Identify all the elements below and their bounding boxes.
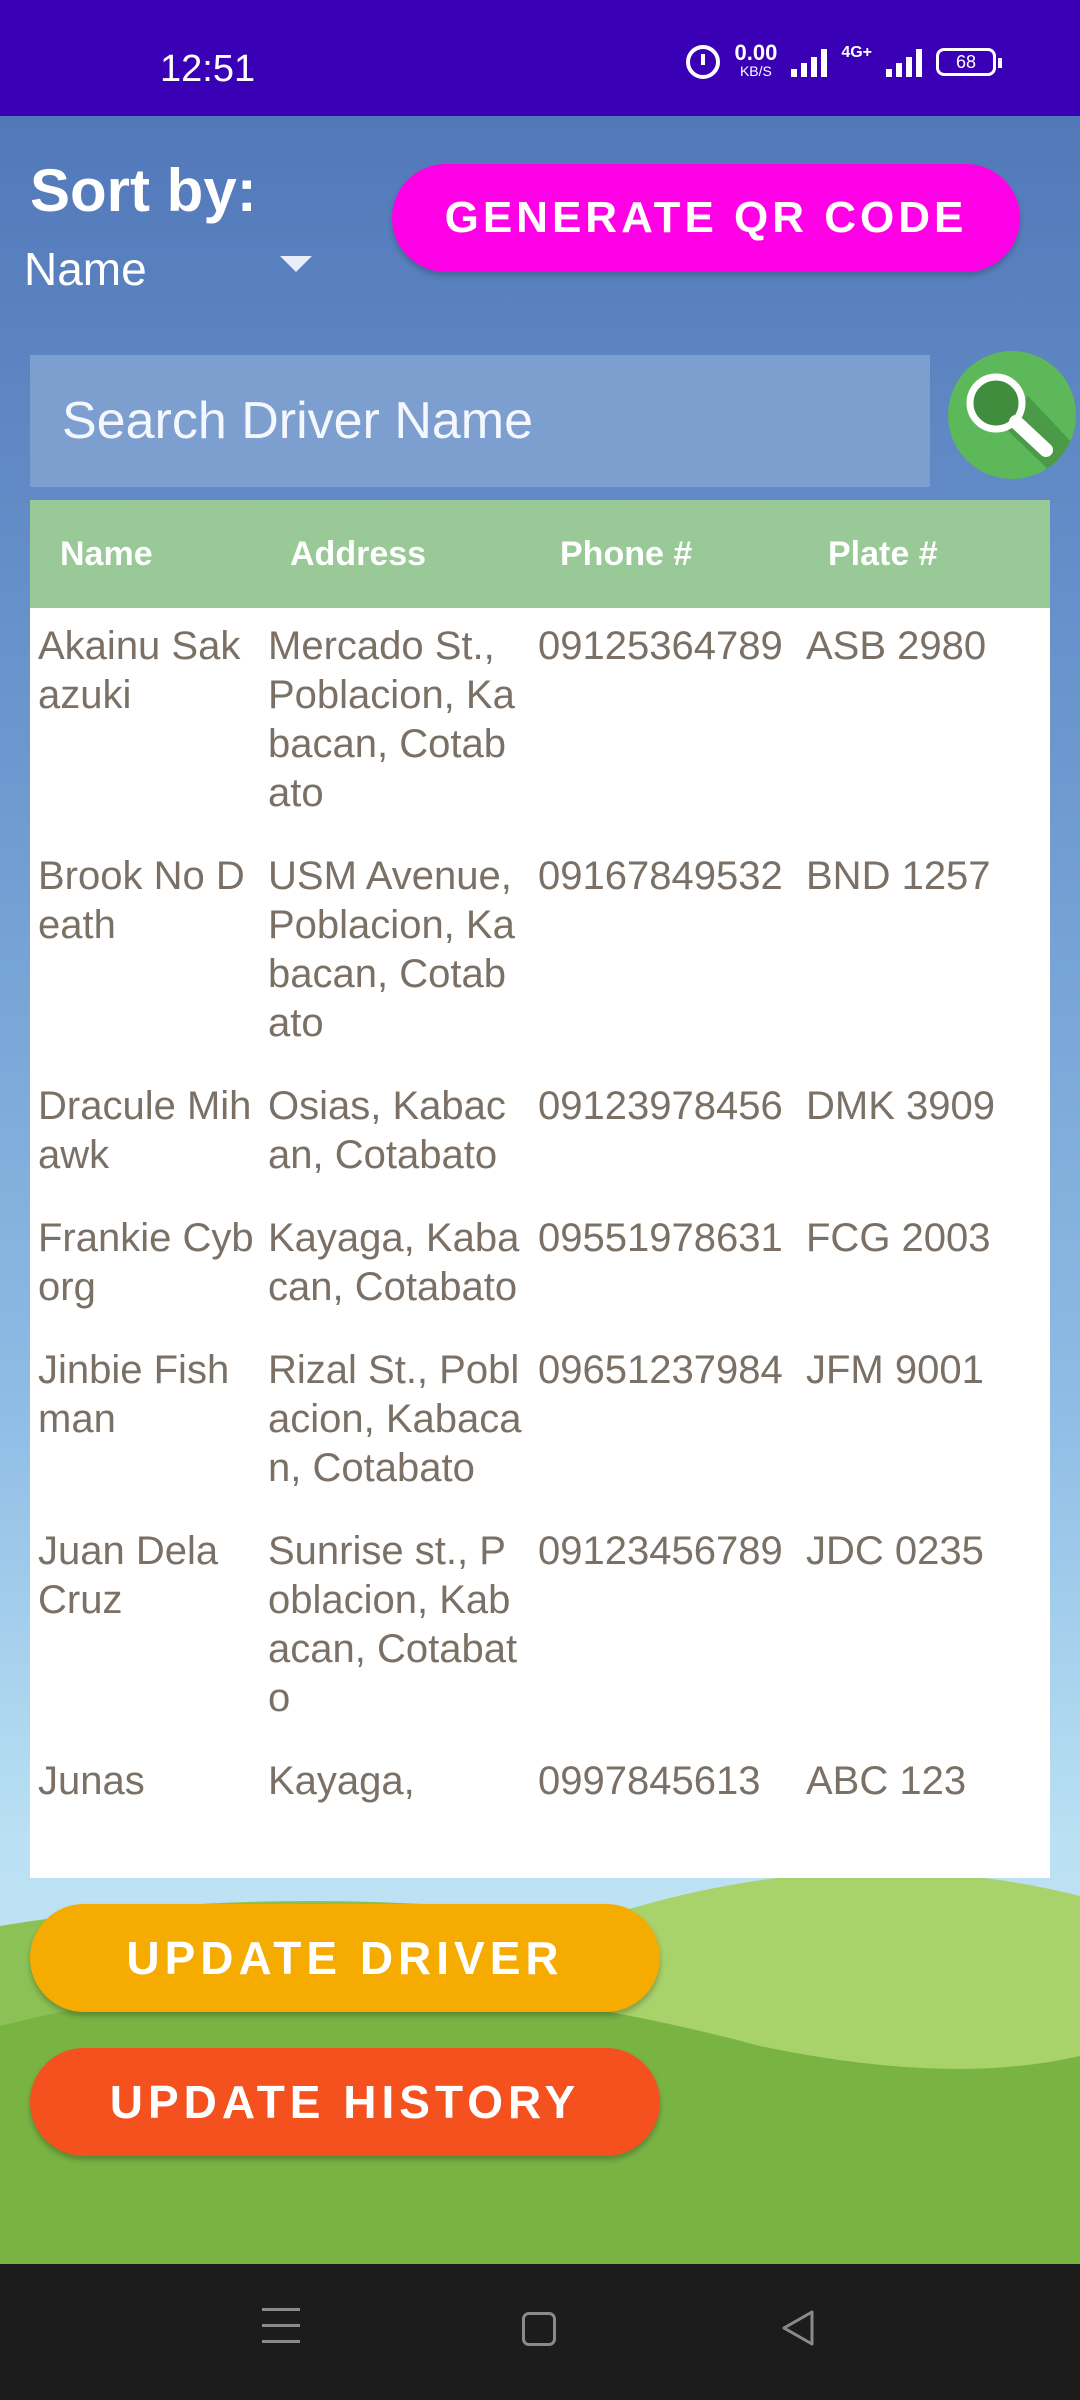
cell-name: Juan Dela Cruz bbox=[38, 1529, 219, 1622]
table-row[interactable]: Frankie Cyborg Kayaga, Kabacan, Cotabato… bbox=[30, 1200, 1050, 1332]
cell-name: Brook No Death bbox=[38, 854, 245, 947]
cell-phone: 0997845613 bbox=[538, 1759, 761, 1803]
cell-name: Jinbie Fishman bbox=[38, 1348, 230, 1441]
net-speed-value: 0.00 bbox=[734, 40, 778, 65]
table-header: Name Address Phone # Plate # bbox=[30, 500, 1050, 608]
network-type: 4G+ bbox=[841, 44, 872, 61]
table-row[interactable]: Junas Kayaga, 0997845613 ABC 123 bbox=[30, 1743, 1050, 1826]
column-header-phone: Phone # bbox=[560, 534, 693, 573]
cell-phone: 09123978456 bbox=[538, 1084, 783, 1128]
table-row[interactable]: Brook No Death USM Avenue, Poblacion, Ka… bbox=[30, 838, 1050, 1068]
net-speed: 0.00 KB/S bbox=[734, 40, 778, 80]
column-header-address: Address bbox=[290, 534, 427, 573]
sort-by-label: Sort by: bbox=[30, 157, 257, 224]
sort-select[interactable]: Name bbox=[24, 236, 324, 302]
signal-icon-2 bbox=[886, 47, 922, 77]
system-nav-bar bbox=[0, 2264, 1080, 2400]
app-screen: Sort by: Name GENERATE QR CODE Name Addr… bbox=[0, 116, 1080, 2264]
status-bar: 12:51 0.00 KB/S 4G+ 68 bbox=[0, 0, 1080, 116]
table-row[interactable]: Juan Dela Cruz Sunrise st., Poblacion, K… bbox=[30, 1513, 1050, 1743]
table-row[interactable]: Jinbie Fishman Rizal St., Poblacion, Kab… bbox=[30, 1332, 1050, 1513]
cell-address: Sunrise st., Poblacion, Kabacan, Cotabat… bbox=[268, 1529, 518, 1720]
cell-address: USM Avenue, Poblacion, Kabacan, Cotabato bbox=[268, 854, 515, 1045]
cell-address: Mercado St., Poblacion, Kabacan, Cotabat… bbox=[268, 624, 515, 815]
menu-icon[interactable] bbox=[262, 2308, 300, 2348]
home-icon[interactable] bbox=[522, 2312, 556, 2346]
cell-address: Kayaga, bbox=[268, 1759, 415, 1803]
cell-name: Akainu Sakazuki bbox=[38, 624, 241, 717]
cell-address: Osias, Kabacan, Cotabato bbox=[268, 1084, 506, 1177]
cell-plate: FCG 2003 bbox=[806, 1216, 991, 1260]
status-time: 12:51 bbox=[160, 48, 256, 90]
cell-plate: DMK 3909 bbox=[806, 1084, 995, 1128]
net-speed-unit: KB/S bbox=[739, 63, 772, 79]
cell-phone: 09123456789 bbox=[538, 1529, 783, 1573]
chevron-down-icon[interactable] bbox=[280, 256, 312, 272]
table-row[interactable]: Akainu Sakazuki Mercado St., Poblacion, … bbox=[30, 608, 1050, 838]
cell-plate: JDC 0235 bbox=[806, 1529, 984, 1573]
column-header-name: Name bbox=[60, 534, 153, 573]
battery-icon: 68 bbox=[936, 48, 1002, 76]
cell-phone: 09551978631 bbox=[538, 1216, 783, 1260]
column-header-plate: Plate # bbox=[828, 534, 938, 573]
drivers-table: Name Address Phone # Plate # Akainu Saka… bbox=[30, 500, 1050, 1878]
update-history-button[interactable]: UPDATE HISTORY bbox=[30, 2048, 660, 2156]
cell-name: Junas bbox=[38, 1759, 145, 1803]
alarm-icon bbox=[686, 45, 721, 79]
generate-qr-button[interactable]: GENERATE QR CODE bbox=[392, 164, 1020, 272]
cell-name: Dracule Mihawk bbox=[38, 1084, 252, 1177]
status-icons: 0.00 KB/S 4G+ 68 bbox=[686, 40, 1002, 80]
cell-phone: 09167849532 bbox=[538, 854, 783, 898]
search-input[interactable] bbox=[60, 390, 884, 452]
cell-address: Kayaga, Kabacan, Cotabato bbox=[268, 1216, 520, 1309]
cell-plate: JFM 9001 bbox=[806, 1348, 984, 1392]
cell-phone: 09651237984 bbox=[538, 1348, 783, 1392]
search-button[interactable] bbox=[948, 351, 1076, 479]
cell-plate: ABC 123 bbox=[806, 1759, 967, 1803]
table-row[interactable]: Dracule Mihawk Osias, Kabacan, Cotabato … bbox=[30, 1068, 1050, 1200]
update-driver-button[interactable]: UPDATE DRIVER bbox=[30, 1904, 660, 2012]
cell-plate: ASB 2980 bbox=[806, 624, 987, 668]
magnifier-icon bbox=[966, 373, 1076, 479]
signal-icon bbox=[791, 47, 828, 77]
search-field bbox=[30, 355, 930, 487]
back-icon[interactable] bbox=[778, 2308, 818, 2348]
cell-plate: BND 1257 bbox=[806, 854, 991, 898]
cell-address: Rizal St., Poblacion, Kabacan, Cotabato bbox=[268, 1348, 522, 1490]
cell-name: Frankie Cyborg bbox=[38, 1216, 254, 1309]
cell-phone: 09125364789 bbox=[538, 624, 783, 668]
